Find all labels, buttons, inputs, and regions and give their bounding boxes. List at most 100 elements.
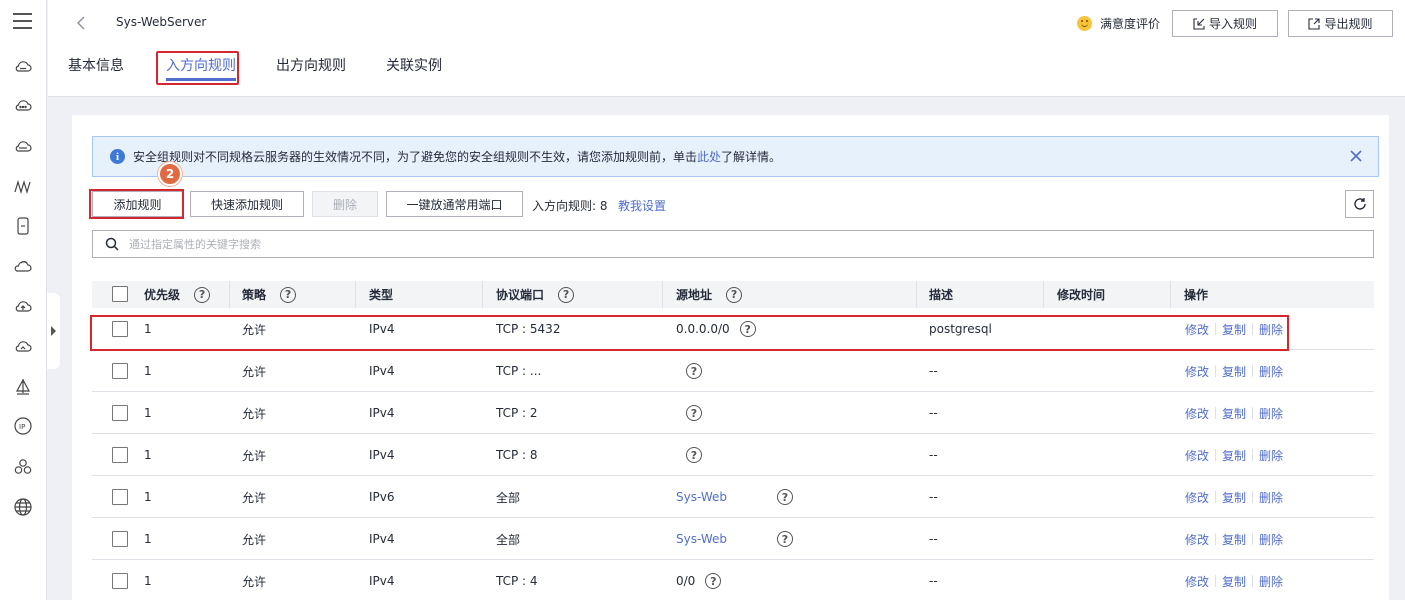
export-icon	[1308, 17, 1321, 30]
network-wave-icon[interactable]	[13, 177, 33, 197]
source-help-icon[interactable]: ?	[686, 447, 702, 463]
sail-icon[interactable]	[13, 377, 33, 397]
copy-link[interactable]: 复制	[1222, 363, 1246, 380]
modify-link[interactable]: 修改	[1185, 531, 1209, 548]
row-checkbox[interactable]	[112, 363, 128, 379]
delete-link[interactable]: 删除	[1259, 573, 1283, 590]
source-help-icon[interactable]: ?	[686, 363, 702, 379]
modify-link[interactable]: 修改	[1185, 447, 1209, 464]
cloud-dots-icon[interactable]	[13, 96, 33, 116]
cell-priority: 1	[144, 448, 152, 462]
row-actions: 修改 复制 删除	[1185, 392, 1283, 434]
cell-description: --	[929, 406, 938, 420]
cell-type: IPv4	[369, 364, 395, 378]
notice-text-after: 了解详情。	[721, 150, 782, 164]
cell-port: 全部	[496, 532, 521, 547]
source-help-icon[interactable]: ?	[686, 405, 702, 421]
search-input[interactable]	[129, 237, 1373, 251]
source-help-icon[interactable]: ?	[739, 321, 756, 337]
cloud-cycle-icon[interactable]	[13, 257, 33, 277]
refresh-button[interactable]	[1345, 190, 1374, 218]
cluster-icon[interactable]	[13, 457, 33, 477]
divider	[1215, 365, 1217, 377]
cell-source[interactable]: Sys-Web?	[676, 518, 793, 560]
database-icon[interactable]	[13, 216, 33, 236]
delete-link[interactable]: 删除	[1259, 405, 1283, 422]
copy-link[interactable]: 复制	[1222, 573, 1246, 590]
cell-priority: 1	[144, 322, 152, 336]
row-checkbox[interactable]	[112, 531, 128, 547]
row-checkbox[interactable]	[112, 405, 128, 421]
policy-help-icon[interactable]: ?	[280, 286, 297, 303]
delete-link[interactable]: 删除	[1259, 531, 1283, 548]
add-rule-highlight-box	[89, 189, 184, 219]
modify-link[interactable]: 修改	[1185, 405, 1209, 422]
close-icon[interactable]	[1350, 150, 1362, 162]
notice-link[interactable]: 此处	[697, 150, 721, 164]
delete-link[interactable]: 删除	[1259, 321, 1283, 338]
delete-button[interactable]: 删除	[312, 191, 378, 217]
open-common-ports-button[interactable]: 一键放通常用端口	[386, 191, 523, 217]
tab-associated-instances[interactable]: 关联实例	[386, 52, 442, 86]
cell-port: TCP : 5432	[496, 322, 561, 336]
import-rules-button[interactable]: 导入规则	[1172, 10, 1278, 37]
tab-basic-info[interactable]: 基本信息	[68, 52, 124, 86]
row-checkbox[interactable]	[112, 447, 128, 463]
delete-link[interactable]: 删除	[1259, 489, 1283, 506]
header-description: 描述	[929, 288, 954, 302]
port-help-icon[interactable]: ?	[558, 286, 575, 303]
row-checkbox[interactable]	[112, 573, 128, 589]
cell-source[interactable]: Sys-Web?	[676, 476, 793, 518]
copy-link[interactable]: 复制	[1222, 489, 1246, 506]
row-checkbox[interactable]	[112, 489, 128, 505]
menu-icon[interactable]	[13, 13, 32, 29]
modify-link[interactable]: 修改	[1185, 489, 1209, 506]
row-checkbox[interactable]	[112, 321, 128, 337]
globe-icon[interactable]	[13, 497, 33, 517]
tab-outbound-rules[interactable]: 出方向规则	[276, 52, 346, 86]
source-help-icon[interactable]: ?	[776, 489, 793, 505]
select-all-checkbox[interactable]	[112, 286, 128, 302]
header-divider	[355, 281, 356, 308]
cloud-sync-icon[interactable]	[13, 337, 33, 357]
quick-add-rule-button[interactable]: 快速添加规则	[190, 191, 304, 217]
copy-link[interactable]: 复制	[1222, 405, 1246, 422]
cell-source: ?	[676, 434, 702, 476]
divider	[1215, 533, 1217, 545]
divider	[1215, 323, 1217, 335]
delete-link[interactable]: 删除	[1259, 363, 1283, 380]
sidebar-expand-handle[interactable]	[47, 293, 60, 369]
cloud-upload-icon[interactable]	[13, 297, 33, 317]
help-link[interactable]: 教我设置	[618, 197, 666, 214]
cell-port: TCP : ...	[496, 364, 542, 378]
cell-description: --	[929, 448, 938, 462]
tab-highlight-box	[156, 51, 239, 85]
satisfaction-link[interactable]: 满意度评价	[1077, 13, 1160, 33]
ip-icon[interactable]: IP	[13, 416, 33, 436]
modify-link[interactable]: 修改	[1185, 363, 1209, 380]
cell-priority: 1	[144, 406, 152, 420]
priority-help-icon[interactable]: ?	[194, 286, 211, 303]
cell-policy: 允许	[242, 322, 267, 337]
copy-link[interactable]: 复制	[1222, 531, 1246, 548]
header-priority: 优先级?	[144, 281, 211, 308]
copy-link[interactable]: 复制	[1222, 321, 1246, 338]
divider	[1252, 407, 1254, 419]
header-source-label: 源地址	[676, 288, 713, 302]
modify-link[interactable]: 修改	[1185, 573, 1209, 590]
cell-source: 0.0.0.0/0?	[676, 308, 756, 350]
back-icon[interactable]	[76, 16, 88, 30]
export-rules-button[interactable]: 导出规则	[1288, 10, 1393, 37]
cloud-icon[interactable]	[13, 57, 33, 77]
import-rules-label: 导入规则	[1208, 17, 1257, 31]
info-notice: i 安全组规则对不同规格云服务器的生效情况不同，为了避免您的安全组规则不生效，请…	[92, 136, 1379, 177]
modify-link[interactable]: 修改	[1185, 321, 1209, 338]
cloud-server-icon[interactable]	[13, 137, 33, 157]
header-divider	[1170, 281, 1171, 308]
copy-link[interactable]: 复制	[1222, 447, 1246, 464]
source-help-icon[interactable]: ?	[705, 573, 722, 589]
rules-table: 优先级? 策略? 类型 协议端口? 源地址? 描述 修改时间 操作 1 允许 IPv…	[92, 281, 1374, 600]
source-help-icon[interactable]: ?	[776, 531, 793, 547]
source-help-icon[interactable]: ?	[726, 286, 743, 303]
delete-link[interactable]: 删除	[1259, 447, 1283, 464]
